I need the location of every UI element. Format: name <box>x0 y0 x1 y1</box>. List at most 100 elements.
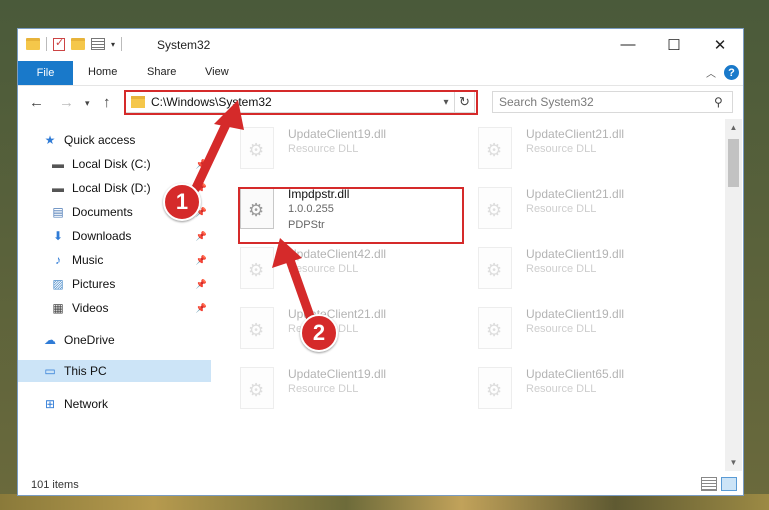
sidebar-item-downloads[interactable]: ⬇ Downloads 📌 <box>18 225 211 247</box>
sidebar-item-videos[interactable]: ▦ Videos 📌 <box>18 297 211 319</box>
maximize-button[interactable]: ☐ <box>651 29 697 60</box>
chevron-down-icon[interactable]: ▾ <box>438 97 454 108</box>
refresh-icon[interactable]: ↻ <box>454 92 474 112</box>
tiles-view-icon[interactable] <box>721 477 737 491</box>
sidebar-item-network[interactable]: ⊞ Network <box>18 393 211 415</box>
file-description: Resource DLL <box>526 383 597 395</box>
tab-share[interactable]: Share <box>147 66 176 78</box>
back-arrow-icon[interactable]: ← <box>29 94 44 111</box>
minimize-button[interactable]: — <box>605 29 651 60</box>
star-icon: ★ <box>44 133 56 147</box>
sidebar-item-label: OneDrive <box>64 333 115 347</box>
file-name: UpdateClient21.dll <box>526 187 625 201</box>
sidebar-item-label: Documents <box>72 205 133 219</box>
file-tile[interactable]: UpdateClient21.dll Resource DLL <box>240 299 460 355</box>
file-name: UpdateClient21.dll <box>288 307 387 321</box>
forward-arrow-icon[interactable]: → <box>59 94 74 111</box>
folder-icon <box>26 38 40 50</box>
address-bar[interactable]: C:\Windows\System32 ▾ ↻ <box>125 91 475 113</box>
details-view-icon[interactable] <box>701 477 717 491</box>
ribbon-tabs: File Home Share View ︿ ? <box>18 61 743 85</box>
file-description: Resource DLL <box>526 203 597 215</box>
file-description: Resource DLL <box>526 263 597 275</box>
scroll-down-icon[interactable]: ▼ <box>725 454 742 471</box>
file-description: Resource DLL <box>288 143 359 155</box>
file-description: Resource DLL <box>288 383 359 395</box>
pictures-icon: ▨ <box>52 277 64 291</box>
sidebar-item-pictures[interactable]: ▨ Pictures 📌 <box>18 273 211 295</box>
dll-file-icon <box>240 247 274 289</box>
file-description: PDPStr <box>288 219 325 231</box>
scroll-up-icon[interactable]: ▲ <box>725 119 742 136</box>
pin-icon: 📌 <box>195 254 207 265</box>
dll-file-icon <box>478 187 512 229</box>
sidebar-item-onedrive[interactable]: ☁ OneDrive <box>18 329 211 351</box>
file-version: 1.0.0.255 <box>288 203 334 215</box>
recent-locations-icon[interactable]: ▾ <box>85 98 90 109</box>
file-tile[interactable]: UpdateClient65.dll Resource DLL <box>478 359 698 415</box>
sidebar-item-this-pc[interactable]: ▭ This PC <box>18 360 211 382</box>
properties-icon[interactable] <box>91 38 105 50</box>
step-2-badge: 2 <box>300 314 338 352</box>
file-name: UpdateClient65.dll <box>526 367 625 381</box>
sidebar-item-label: Local Disk (D:) <box>72 181 151 195</box>
file-tile[interactable]: UpdateClient19.dll Resource DLL <box>478 239 698 295</box>
new-folder-icon[interactable] <box>71 38 85 50</box>
search-icon[interactable]: ⚲ <box>714 95 732 109</box>
file-name: UpdateClient19.dll <box>288 367 387 381</box>
dll-file-icon <box>240 187 274 229</box>
chevron-down-icon[interactable]: ▾ <box>111 40 115 49</box>
file-name: UpdateClient19.dll <box>526 247 625 261</box>
file-tile[interactable]: UpdateClient19.dll Resource DLL <box>478 299 698 355</box>
step-1-badge: 1 <box>163 183 201 221</box>
tab-view[interactable]: View <box>205 66 229 78</box>
desktop-background <box>0 494 769 510</box>
file-tile[interactable]: UpdateClient19.dll Resource DLL <box>240 359 460 415</box>
address-path[interactable]: C:\Windows\System32 <box>151 95 438 109</box>
file-list: UpdateClient19.dll Resource DLL UpdateCl… <box>214 119 725 471</box>
file-name: UpdateClient42.dll <box>288 247 387 261</box>
sidebar-item-music[interactable]: ♪ Music 📌 <box>18 249 211 271</box>
file-tile-selected[interactable]: Impdpstr.dll 1.0.0.255 PDPStr <box>240 179 460 235</box>
file-tile[interactable]: UpdateClient42.dll Resource DLL <box>240 239 460 295</box>
explorer-window: ▾ System32 — ☐ ✕ File Home Share View ︿ … <box>17 28 744 496</box>
tab-home[interactable]: Home <box>88 66 117 78</box>
music-icon: ♪ <box>55 253 61 267</box>
navigation-pane: ★ Quick access ▬ Local Disk (C:) 📌 ▬ Loc… <box>18 119 211 471</box>
sidebar-item-label: Quick access <box>64 133 136 147</box>
network-icon: ⊞ <box>44 397 56 411</box>
vertical-scrollbar[interactable]: ▲ ▼ <box>725 119 742 471</box>
dll-file-icon <box>478 307 512 349</box>
file-description: Resource DLL <box>526 143 597 155</box>
dll-file-icon <box>240 307 274 349</box>
pin-icon: 📌 <box>195 302 207 313</box>
status-bar: 101 items <box>18 473 743 496</box>
file-name: UpdateClient21.dll <box>526 127 625 141</box>
scrollbar-thumb[interactable] <box>728 139 739 187</box>
search-box[interactable]: ⚲ <box>492 91 733 113</box>
search-input[interactable] <box>499 95 714 109</box>
sidebar-item-local-disk-c[interactable]: ▬ Local Disk (C:) 📌 <box>18 153 211 175</box>
documents-icon: ▤ <box>52 205 64 219</box>
properties-check-icon[interactable] <box>53 36 65 51</box>
file-name: UpdateClient19.dll <box>526 307 625 321</box>
up-arrow-icon[interactable]: ↑ <box>103 94 111 111</box>
item-count: 101 items <box>31 478 79 491</box>
dll-file-icon <box>478 247 512 289</box>
cloud-icon: ☁ <box>44 333 56 347</box>
file-tile[interactable]: UpdateClient21.dll Resource DLL <box>478 179 698 235</box>
close-button[interactable]: ✕ <box>697 29 743 60</box>
sidebar-item-quick-access[interactable]: ★ Quick access <box>18 129 211 151</box>
window-title: System32 <box>157 38 211 52</box>
file-tile[interactable]: UpdateClient21.dll Resource DLL <box>478 119 698 175</box>
navigation-bar: ← → ▾ ↑ C:\Windows\System32 ▾ ↻ ⚲ <box>18 85 743 119</box>
sidebar-item-label: Downloads <box>72 229 132 243</box>
sidebar-item-label: Pictures <box>72 277 116 291</box>
file-name: UpdateClient19.dll <box>288 127 387 141</box>
tab-file[interactable]: File <box>18 61 73 85</box>
file-tile[interactable]: UpdateClient19.dll Resource DLL <box>240 119 460 175</box>
help-icon[interactable]: ? <box>724 65 739 80</box>
file-name: Impdpstr.dll <box>288 187 350 201</box>
sidebar-item-label: Videos <box>72 301 109 315</box>
expand-ribbon-icon[interactable]: ︿ <box>706 65 716 80</box>
